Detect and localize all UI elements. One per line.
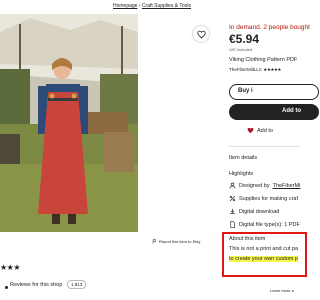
highlight-designed-by: Designed by TheFiberMi bbox=[229, 182, 300, 189]
buy-it-now-button[interactable]: Buy i bbox=[229, 84, 319, 100]
vat-note: VAT included bbox=[229, 47, 253, 52]
favorite-button[interactable] bbox=[193, 26, 209, 42]
price: €5.94 bbox=[229, 32, 260, 46]
file-icon bbox=[230, 221, 235, 228]
add-to-basket-button[interactable]: Add to bbox=[229, 104, 319, 120]
flag-icon bbox=[152, 239, 157, 244]
add-to-collection-button[interactable]: Add to bbox=[247, 127, 273, 134]
reviews-tab-indicator bbox=[5, 286, 8, 289]
highlights-heading: Highlights bbox=[229, 171, 254, 177]
download-icon bbox=[230, 208, 235, 214]
demand-notice: In demand. 2 people bought bbox=[229, 24, 310, 31]
file-types-label: Digital file type(s): 1 PDF bbox=[239, 221, 300, 228]
report-item-label: Report this item to Etsy bbox=[159, 239, 201, 244]
heart-outline-icon bbox=[196, 30, 206, 38]
divider bbox=[229, 146, 300, 147]
shop-name-link[interactable]: TheFiberMillLLC bbox=[229, 67, 262, 72]
user-icon bbox=[229, 182, 236, 189]
supplies-icon bbox=[229, 195, 236, 202]
review-stars: ★★★ bbox=[0, 263, 21, 272]
product-photo[interactable] bbox=[0, 14, 138, 232]
add-to-collection-label: Add to bbox=[257, 127, 273, 134]
report-item-link[interactable]: Report this item to Etsy bbox=[152, 239, 200, 244]
about-description-line-1: This is not a print and cut pa bbox=[229, 246, 299, 252]
designed-by-label: Designed by bbox=[239, 182, 270, 189]
listing-title: Viking Clothing Pattern PDF bbox=[229, 57, 298, 63]
about-description-line-2: to create your own custom p bbox=[229, 256, 299, 262]
breadcrumb-separator: › bbox=[138, 3, 141, 9]
reviews-for-shop-tab[interactable]: Reviews for this shop bbox=[10, 282, 62, 288]
shop-info: TheFiberMillLLC ★★★★★ bbox=[229, 67, 281, 73]
highlight-supplies: Supplies for making craf bbox=[229, 195, 298, 202]
breadcrumb-home-link[interactable]: Homepage bbox=[113, 3, 137, 9]
heart-filled-icon bbox=[247, 127, 254, 134]
highlight-digital-download: Digital download bbox=[229, 208, 279, 215]
supplies-label: Supplies for making craf bbox=[239, 195, 298, 202]
breadcrumb-category-link[interactable]: Craft Supplies & Tools bbox=[142, 3, 191, 9]
digital-download-label: Digital download bbox=[239, 208, 280, 215]
about-heading: About this item bbox=[229, 236, 266, 242]
breadcrumb: Homepage › Craft Supplies & Tools bbox=[113, 3, 191, 9]
designer-shop-link[interactable]: TheFiberMi bbox=[273, 183, 301, 189]
item-details-heading[interactable]: Item details bbox=[229, 155, 257, 161]
learn-more-link[interactable]: Learn more a bbox=[270, 288, 294, 293]
highlight-file-types: Digital file type(s): 1 PDF bbox=[229, 221, 300, 228]
product-photo-illustration bbox=[0, 14, 138, 232]
reviews-count-badge: 1,813 bbox=[67, 280, 87, 289]
shop-rating-stars: ★★★★★ bbox=[263, 67, 281, 72]
